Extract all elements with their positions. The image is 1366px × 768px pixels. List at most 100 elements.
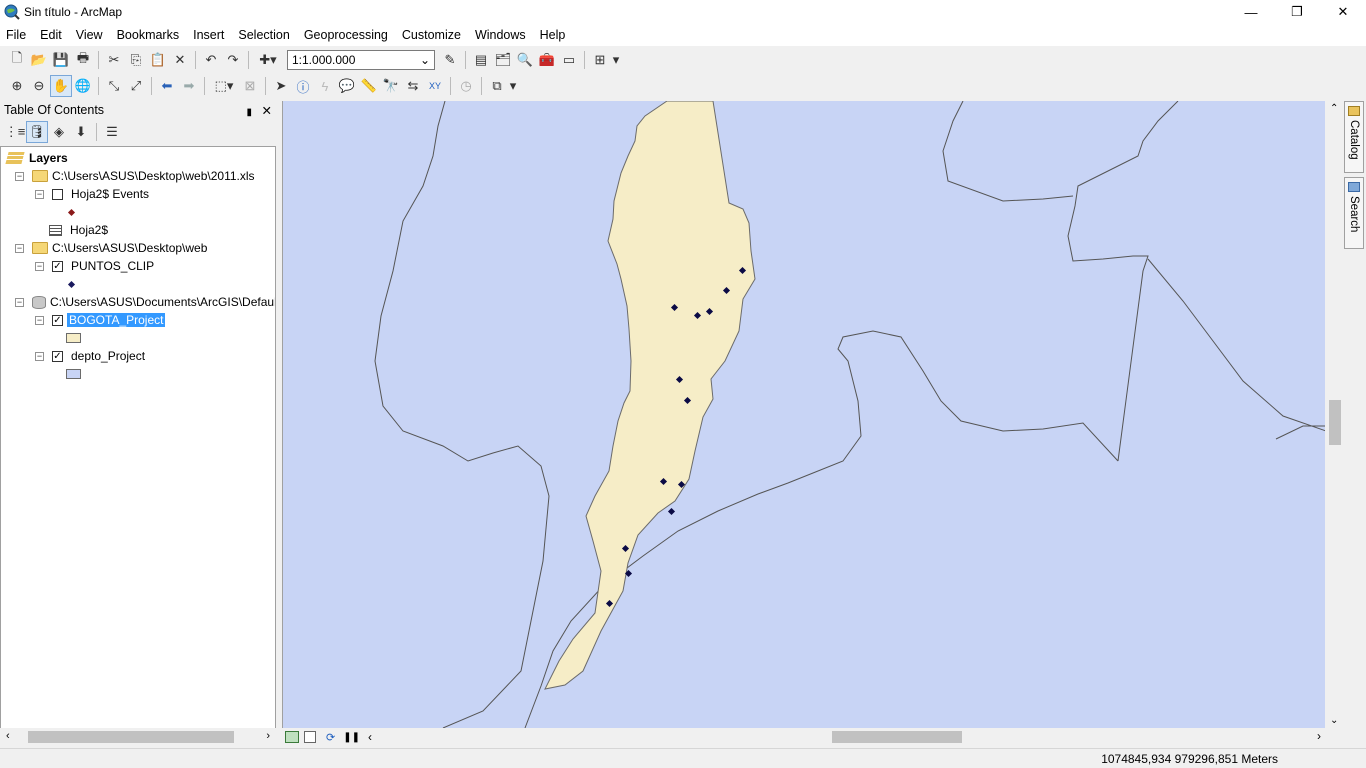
scroll-left-icon[interactable]: ‹ [368,730,372,744]
map-display[interactable] [282,101,1325,728]
list-by-source-icon[interactable]: 🛢 [26,121,48,143]
find-route-icon[interactable]: ⇆ [402,75,424,97]
copy-icon[interactable]: ⎘ [125,49,147,71]
menu-view[interactable]: View [70,24,111,46]
measure-icon[interactable]: 📏 [358,75,380,97]
search-tab[interactable]: Search [1344,177,1364,249]
forward-arrow-icon[interactable]: ➡ [178,75,200,97]
print-icon[interactable]: 🖶 [72,49,94,71]
select-elements-arrow-icon[interactable]: ➤ [270,75,292,97]
layer-puntos-clip[interactable]: − ✓ PUNTOS_CLIP [35,257,154,275]
add-data-icon[interactable]: ✚▾ [253,49,283,71]
redo-icon[interactable]: ↷ [222,49,244,71]
zoom-in-icon[interactable]: ⊕ [6,75,28,97]
search-window-icon[interactable]: 🔍 [514,49,536,71]
menu-customize[interactable]: Customize [396,24,469,46]
menu-bookmarks[interactable]: Bookmarks [111,24,188,46]
map-vertical-scrollbar[interactable]: ⌃ ⌄ [1326,101,1342,728]
zoom-out-icon[interactable]: ⊖ [28,75,50,97]
workspace-group-geodatabase[interactable]: − C:\Users\ASUS\Documents\ArcGIS\Default [15,293,275,311]
table-hoja2[interactable]: Hoja2$ [49,221,108,239]
collapse-toggle[interactable]: − [15,243,24,253]
workspace-group-web[interactable]: − C:\Users\ASUS\Desktop\web [15,239,207,257]
full-extent-globe-icon[interactable]: 🌐 [72,75,94,97]
go-to-xy-icon[interactable]: XY [424,75,446,97]
menu-edit[interactable]: Edit [34,24,70,46]
identify-icon[interactable]: ⓘ [292,75,314,97]
menu-windows[interactable]: Windows [469,24,534,46]
collapse-toggle[interactable]: − [15,171,24,181]
refresh-icon[interactable]: ⟳ [326,731,335,744]
time-slider-icon[interactable]: ◷ [455,75,477,97]
collapse-toggle[interactable]: − [35,261,44,271]
scrollbar-thumb[interactable] [1329,400,1341,445]
html-popup-icon[interactable]: 💬 [336,75,358,97]
scroll-right-icon[interactable]: › [266,730,270,742]
list-by-drawing-order-icon[interactable]: ⋮≡ [4,121,26,143]
select-features-icon[interactable]: ⬚▾ [209,75,239,97]
layer-visibility-checkbox[interactable]: ✓ [52,260,63,272]
layer-visibility-checkbox[interactable] [52,188,63,200]
python-window-icon[interactable]: ▭ [558,49,580,71]
restore-button[interactable]: ❐ [1274,0,1320,24]
options-icon[interactable]: ☰ [101,121,123,143]
new-document-icon[interactable]: 🗋 [6,49,28,71]
menu-file[interactable]: File [0,24,34,46]
scroll-down-icon[interactable]: ⌄ [1330,715,1338,726]
scrollbar-thumb[interactable] [28,731,234,743]
menu-help[interactable]: Help [534,24,574,46]
scrollbar-thumb[interactable] [832,731,962,743]
collapse-toggle[interactable]: − [35,351,44,361]
paste-icon[interactable]: 📋 [147,49,169,71]
menu-selection[interactable]: Selection [232,24,297,46]
toolbar-options-icon[interactable]: ▾ [611,49,621,71]
hyperlink-icon[interactable]: ϟ [314,75,336,97]
editor-toolbar-icon[interactable]: ✎ [439,49,461,71]
map-scale-dropdown[interactable]: 1:1.000.000 ⌄ [287,50,435,70]
workspace-group-xls[interactable]: − C:\Users\ASUS\Desktop\web\2011.xls [15,167,255,185]
arctoolbox-icon[interactable]: 🧰 [536,49,558,71]
catalog-tab[interactable]: Catalog [1344,101,1364,173]
layer-depto-project[interactable]: − ✓ depto_Project [35,347,145,365]
scroll-left-icon[interactable]: ‹ [6,730,10,742]
catalog-window-icon[interactable]: 🗂 [492,49,514,71]
pause-drawing-icon[interactable]: ❚❚ [343,732,360,743]
minimize-button[interactable]: — [1228,0,1274,24]
open-folder-icon[interactable]: 📂 [28,49,50,71]
create-viewer-window-icon[interactable]: ⧉ [486,75,508,97]
list-by-selection-icon[interactable]: ⬇ [70,121,92,143]
data-view-icon[interactable] [285,731,299,743]
menu-geoprocessing[interactable]: Geoprocessing [298,24,396,46]
layer-visibility-checkbox[interactable]: ✓ [52,314,63,326]
layer-bogota-project[interactable]: − ✓ BOGOTA_Project [35,311,166,329]
fixed-zoom-out-icon[interactable]: ⤢ [125,75,147,97]
pin-icon[interactable]: ▮ [247,107,253,118]
find-binoculars-icon[interactable]: 🔭 [380,75,402,97]
back-arrow-icon[interactable]: ⬅ [156,75,178,97]
scroll-up-icon[interactable]: ⌃ [1330,103,1338,114]
close-icon[interactable]: ✕ [262,104,272,118]
list-by-visibility-icon[interactable]: ◈ [48,121,70,143]
delete-icon[interactable]: ✕ [169,49,191,71]
table-of-contents-window-icon[interactable]: ▤ [470,49,492,71]
layout-view-icon[interactable] [304,731,316,743]
clear-selection-icon[interactable]: ⊠ [239,75,261,97]
model-builder-icon[interactable]: ⊞ [589,49,611,71]
fixed-zoom-in-icon[interactable]: ⤡ [103,75,125,97]
layer-visibility-checkbox[interactable]: ✓ [52,350,63,362]
cut-icon[interactable]: ✂ [103,49,125,71]
menu-insert[interactable]: Insert [187,24,232,46]
toc-horizontal-scrollbar[interactable]: ‹ › [0,728,276,746]
close-button[interactable]: ✕ [1320,0,1366,24]
layer-hoja2-events[interactable]: − Hoja2$ Events [35,185,149,203]
pan-hand-icon[interactable]: ✋ [50,75,72,97]
save-icon[interactable]: 💾 [50,49,72,71]
map-canvas[interactable] [283,101,1325,728]
scroll-right-icon[interactable]: › [1317,729,1321,743]
layers-root[interactable]: Layers [5,149,68,167]
collapse-toggle[interactable]: − [35,315,44,325]
toolbar-options-icon[interactable]: ▾ [508,75,518,97]
collapse-toggle[interactable]: − [15,297,24,307]
collapse-toggle[interactable]: − [35,189,44,199]
undo-icon[interactable]: ↶ [200,49,222,71]
